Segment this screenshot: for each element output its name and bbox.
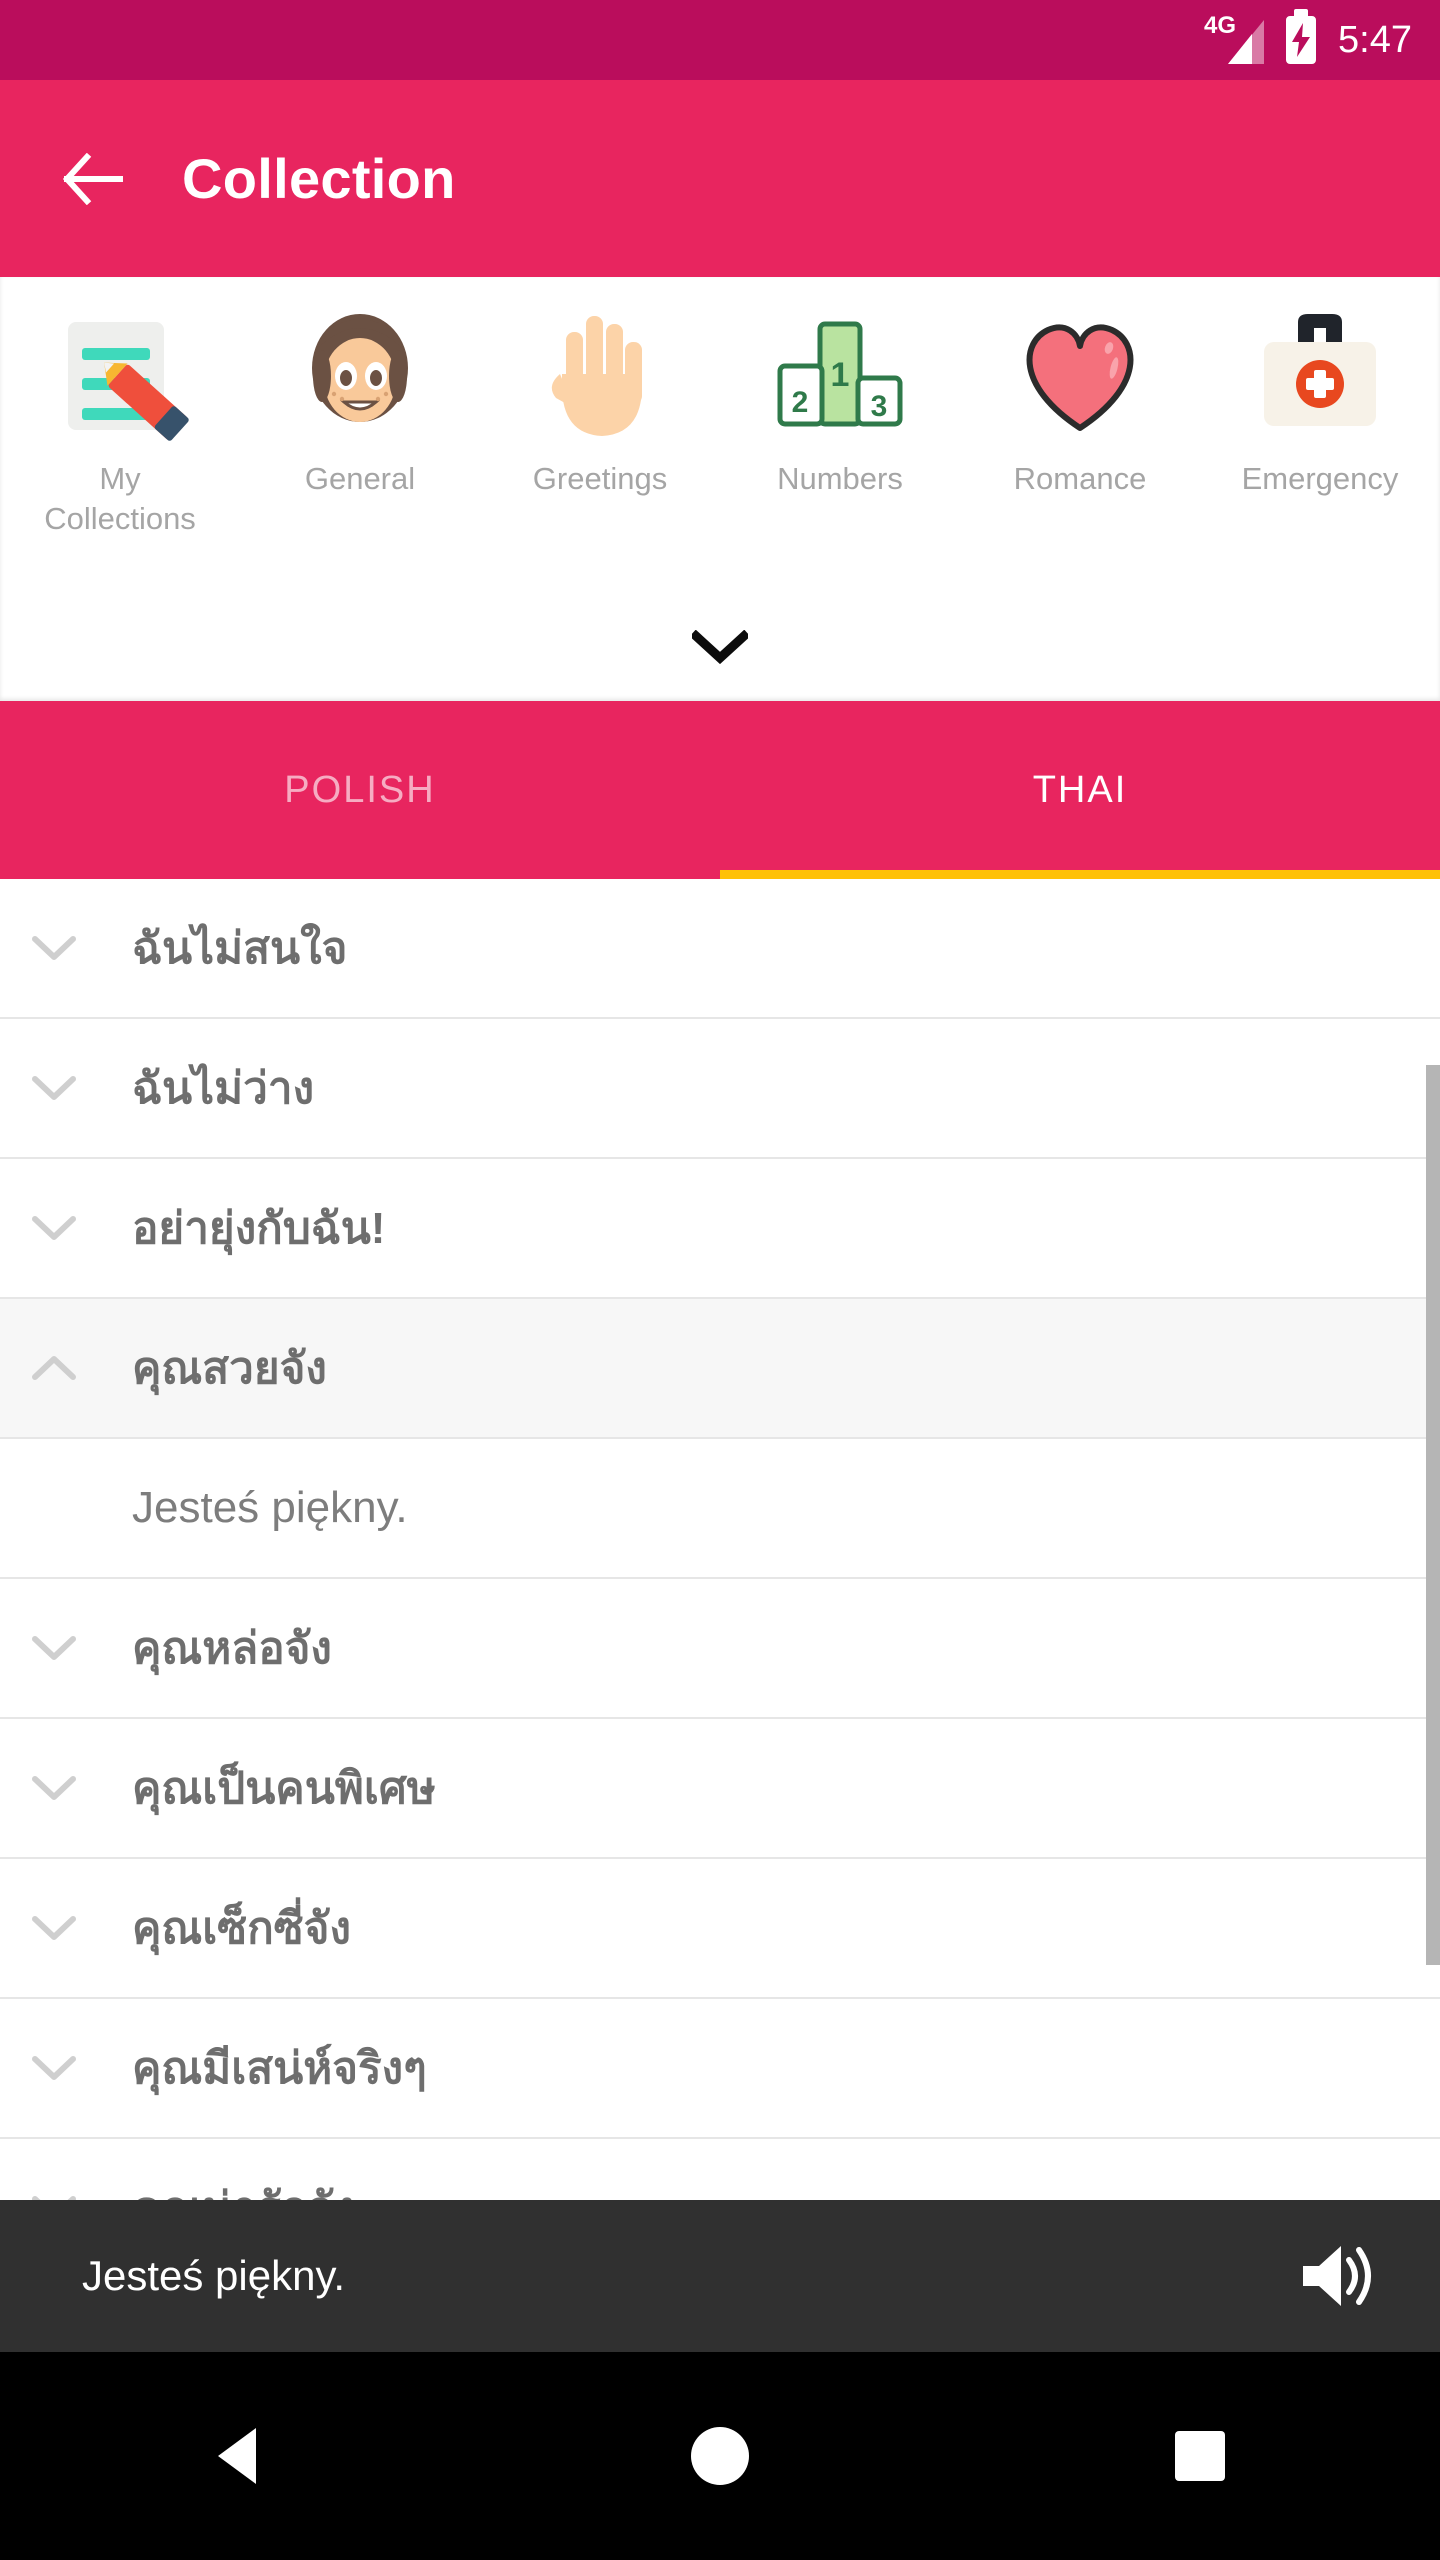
phrase-text: คุณหล่อจัง: [132, 1624, 332, 1673]
category-label: Greetings: [532, 461, 668, 496]
category-label: Romance: [1013, 461, 1147, 496]
page-title: Collection: [182, 147, 456, 210]
battery-bolt-glyph: [1292, 23, 1311, 57]
expand-toggle[interactable]: [0, 1074, 108, 1102]
category-label: General: [304, 461, 416, 496]
svg-text:1: 1: [831, 356, 850, 394]
phrase-text: คุณเซ็กซี่จัง: [132, 1904, 351, 1953]
chevron-down-icon: [32, 1916, 76, 1940]
chevron-down-icon: [692, 630, 748, 664]
phrase-text: คุณมีเสน่ห์จริงๆ: [132, 2044, 427, 2093]
expand-toggle[interactable]: [0, 1914, 108, 1942]
category-strip: My Collections General Greetings 1 2 3 N…: [0, 277, 1440, 701]
status-icons: 4G 5:47: [1204, 14, 1412, 66]
svg-text:2: 2: [792, 386, 809, 419]
translation-row[interactable]: Jesteś piękny.: [0, 1439, 1440, 1579]
heart-icon: [1006, 299, 1154, 449]
category-item-general[interactable]: General: [240, 299, 480, 499]
nav-recents-square-icon: [1175, 2431, 1225, 2481]
app-screen: 4G 5:47 Collection My Collections Genera…: [0, 0, 1440, 2560]
list-item[interactable]: คุณหล่อจัง: [0, 1579, 1440, 1719]
list-item[interactable]: ฉันไม่ว่าง: [0, 1019, 1440, 1159]
tab-label: THAI: [1032, 768, 1128, 811]
android-nav-bar: [0, 2352, 1440, 2560]
expand-toggle[interactable]: [0, 1214, 108, 1242]
phrase-text: อย่ายุ่งกับฉัน!: [132, 1204, 386, 1253]
battery-charging-icon: [1286, 16, 1317, 64]
language-tabs: POLISH THAI: [0, 701, 1440, 879]
phrase-text: ฉันไม่สนใจ: [132, 924, 348, 973]
list-scrollbar[interactable]: [1426, 1065, 1440, 1965]
notepad-pencil-icon: [46, 299, 194, 449]
phrase-text: ฉันไม่ว่าง: [132, 1064, 315, 1113]
category-item-numbers[interactable]: 1 2 3 Numbers: [720, 299, 960, 499]
audio-player-bar: Jesteś piękny.: [0, 2200, 1440, 2352]
player-phrase-text: Jesteś piękny.: [82, 2252, 346, 2299]
nav-home-circle-icon: [691, 2427, 749, 2485]
category-label: Emergency: [1241, 461, 1399, 496]
list-item[interactable]: ฉันไม่สนใจ: [0, 879, 1440, 1019]
expand-toggle[interactable]: [0, 1774, 108, 1802]
play-audio-button[interactable]: [1290, 2228, 1386, 2324]
chevron-up-icon: [32, 1356, 76, 1380]
back-arrow-icon: [62, 152, 123, 205]
expand-categories-button[interactable]: [675, 617, 765, 677]
list-item[interactable]: อย่ายุ่งกับฉัน!: [0, 1159, 1440, 1299]
collapse-toggle[interactable]: [0, 1354, 108, 1382]
translation-text: Jesteś piękny.: [132, 1483, 408, 1532]
girl-face-icon: [286, 299, 434, 449]
list-item[interactable]: คุณมีเสน่ห์จริงๆ: [0, 1999, 1440, 2139]
signal-icon: 4G: [1204, 14, 1265, 66]
svg-text:3: 3: [871, 390, 888, 423]
category-label: Numbers: [777, 461, 903, 496]
category-item-romance[interactable]: Romance: [960, 299, 1200, 499]
phrase-list[interactable]: ฉันไม่สนใจ ฉันไม่ว่าง อย่ายุ่งกับฉัน! คุ…: [0, 879, 1440, 2200]
app-bar: Collection: [0, 80, 1440, 277]
nav-back-triangle-icon: [218, 2428, 256, 2484]
category-label: My Collections: [44, 461, 196, 536]
chevron-down-icon: [32, 936, 76, 960]
category-item-emergency[interactable]: Emergency: [1200, 299, 1440, 499]
tab-label: POLISH: [284, 768, 436, 811]
phrase-text: คุณสวยจัง: [132, 1344, 327, 1393]
chevron-down-icon: [32, 1636, 76, 1660]
first-aid-kit-icon: [1246, 299, 1394, 449]
category-item-greetings[interactable]: Greetings: [480, 299, 720, 499]
list-item[interactable]: คุณเป็นคนพิเศษ: [0, 1719, 1440, 1859]
category-item-my-collections[interactable]: My Collections: [0, 299, 240, 538]
chevron-down-icon: [32, 2056, 76, 2080]
podium-icon: 1 2 3: [766, 299, 914, 449]
signal-bars-filled: [1228, 34, 1253, 64]
list-item-expanded[interactable]: คุณสวยจัง: [0, 1299, 1440, 1439]
tab-active-indicator: [720, 870, 1440, 879]
expand-toggle[interactable]: [0, 2054, 108, 2082]
list-item[interactable]: คุณน่ารักจัง: [0, 2139, 1440, 2200]
expand-toggle[interactable]: [0, 934, 108, 962]
phrase-text: คุณน่ารักจัง: [108, 2173, 355, 2200]
category-row: My Collections General Greetings 1 2 3 N…: [0, 299, 1440, 538]
nav-recents-button[interactable]: [1110, 2396, 1290, 2516]
tab-thai[interactable]: THAI: [720, 701, 1440, 879]
list-item[interactable]: คุณเซ็กซี่จัง: [0, 1859, 1440, 1999]
waving-hand-icon: [526, 299, 674, 449]
back-button[interactable]: [44, 131, 140, 227]
chevron-down-icon: [32, 1076, 76, 1100]
nav-back-button[interactable]: [150, 2396, 330, 2516]
chevron-down-icon: [32, 1216, 76, 1240]
chevron-down-icon: [32, 1776, 76, 1800]
phrase-text: คุณเป็นคนพิเศษ: [132, 1764, 436, 1813]
expand-toggle[interactable]: [0, 1634, 108, 1662]
speaker-volume-icon: [1303, 2246, 1371, 2306]
status-clock: 5:47: [1338, 19, 1412, 61]
tab-polish[interactable]: POLISH: [0, 701, 720, 879]
status-bar: 4G 5:47: [0, 0, 1440, 80]
nav-home-button[interactable]: [630, 2396, 810, 2516]
